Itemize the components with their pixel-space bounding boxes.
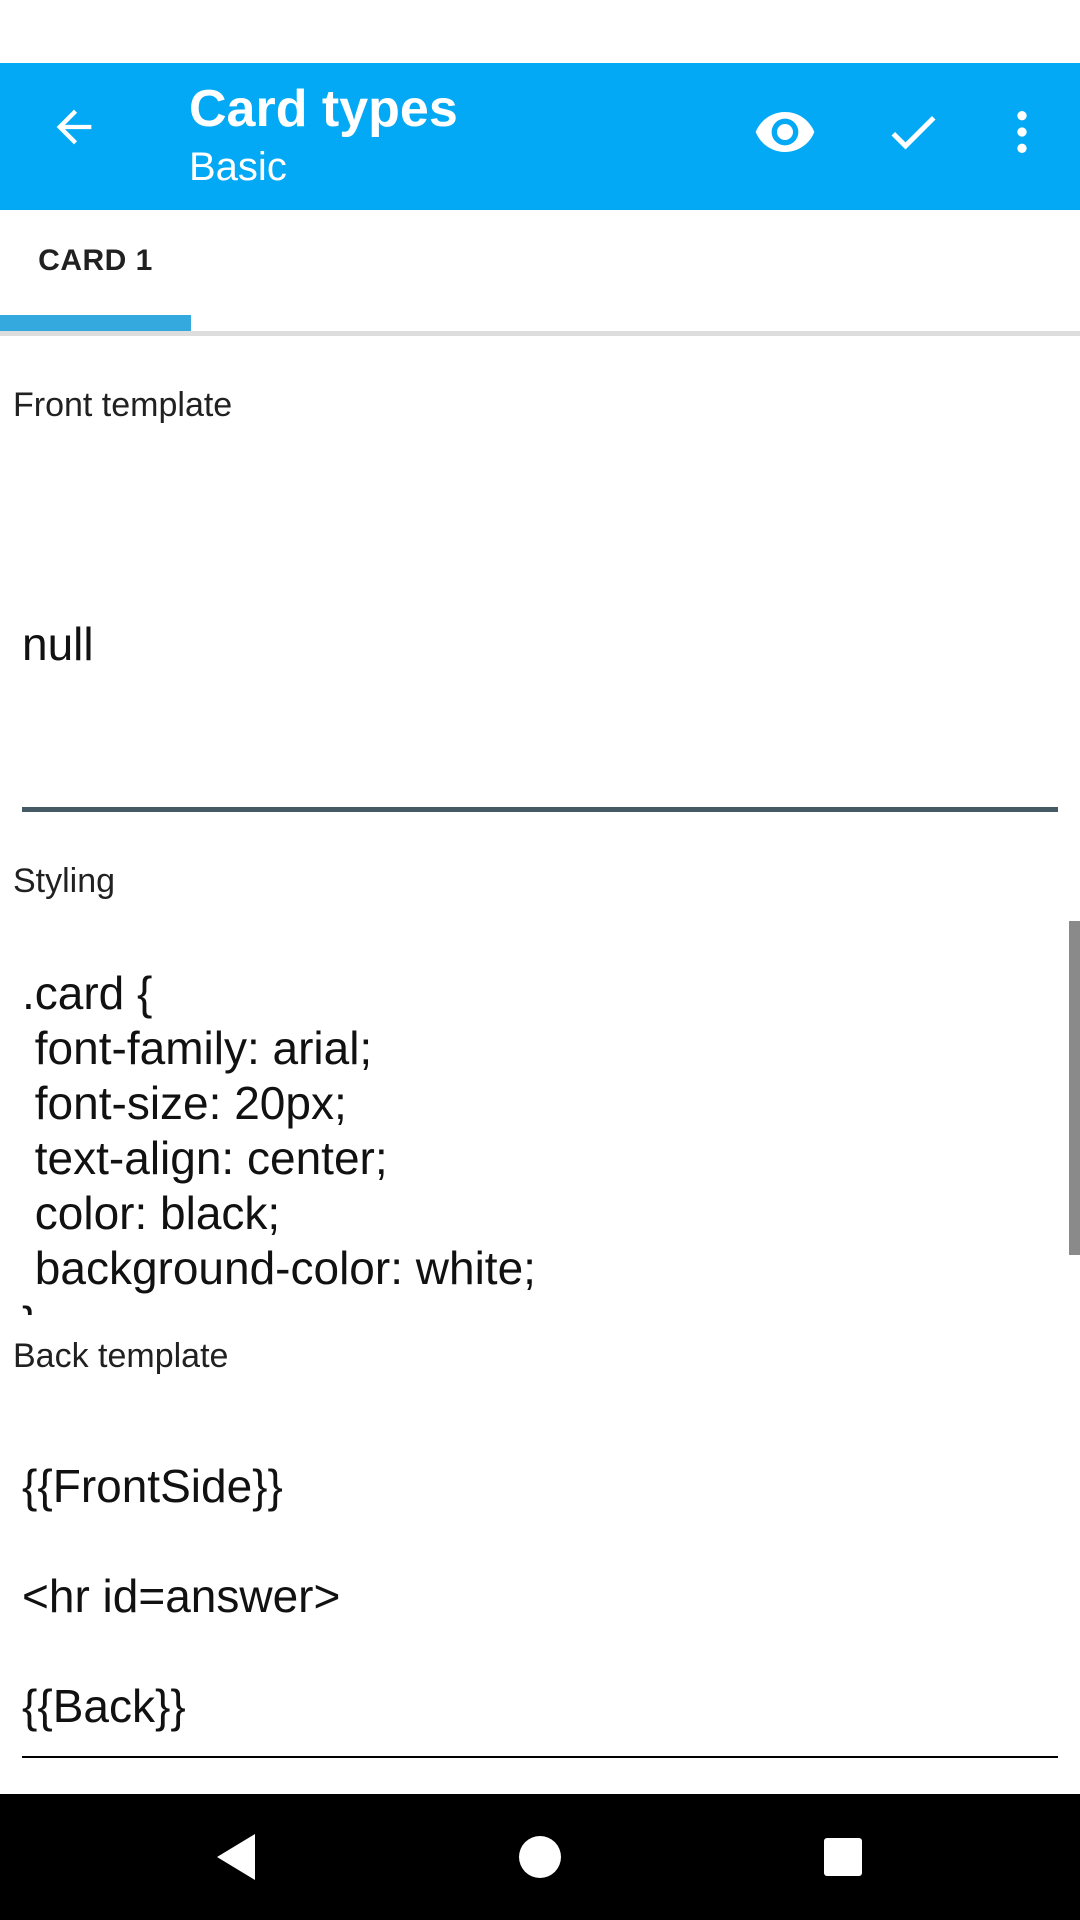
app-bar: Card types Basic <box>0 63 1080 210</box>
scrollbar-thumb[interactable] <box>1069 921 1080 1255</box>
editor-line: font-size: 20px; <box>22 1077 347 1129</box>
editor-line: .card { <box>22 967 153 1019</box>
editor-line: {{FrontSide}} <box>22 1460 283 1512</box>
save-button[interactable] <box>868 87 958 177</box>
editor-line: } <box>22 1296 1058 1315</box>
editor-line: background-color: white; <box>22 1242 536 1294</box>
back-button[interactable] <box>34 87 114 167</box>
status-bar <box>0 0 1080 63</box>
nav-recents-button[interactable] <box>798 1812 888 1902</box>
front-template-underline <box>22 807 1058 812</box>
eye-icon <box>755 112 815 152</box>
nav-home-button[interactable] <box>495 1812 585 1902</box>
page-title: Card types <box>189 80 458 138</box>
editor-line: null <box>22 618 94 670</box>
front-template-label: Front template <box>13 386 233 424</box>
editor-line: {{Back}} <box>22 1680 186 1732</box>
page-subtitle: Basic <box>189 145 287 189</box>
home-circle-icon <box>519 1836 561 1878</box>
styling-label: Styling <box>13 862 116 900</box>
app-bar-titles: Card types Basic <box>189 77 458 193</box>
tab-strip: CARD 1 <box>0 210 1080 336</box>
more-options-button[interactable] <box>977 87 1067 177</box>
editor-line: font-family: arial; <box>22 1022 373 1074</box>
preview-button[interactable] <box>740 87 830 177</box>
recents-square-icon <box>824 1838 862 1876</box>
editor-line: <hr id=answer> <box>22 1570 341 1622</box>
editor-line: text-align: center; <box>22 1132 388 1184</box>
styling-editor[interactable]: .card { font-family: arial; font-size: 2… <box>22 966 1058 1315</box>
nav-back-button[interactable] <box>191 1812 281 1902</box>
tab-label: CARD 1 <box>38 244 153 277</box>
tab-divider <box>0 331 1080 336</box>
back-template-editor[interactable]: {{FrontSide}} <hr id=answer> {{Back}} <box>22 1459 1058 1739</box>
check-icon <box>891 115 936 150</box>
front-template-editor[interactable]: null <box>22 617 1058 677</box>
back-triangle-icon <box>217 1834 255 1880</box>
back-template-label: Back template <box>13 1337 229 1375</box>
editor-line: color: black; <box>22 1187 281 1239</box>
system-nav-bar <box>0 1794 1080 1920</box>
more-vertical-icon <box>1017 111 1027 153</box>
back-template-underline <box>22 1756 1058 1758</box>
arrow-left-icon <box>56 109 92 145</box>
